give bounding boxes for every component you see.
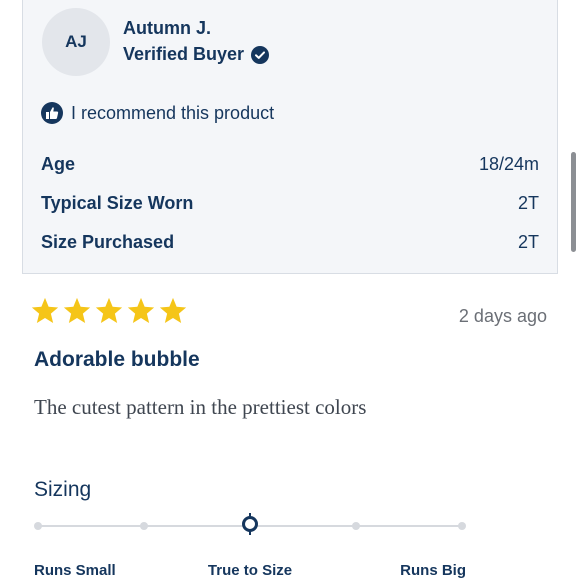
sizing-marker-tick <box>249 531 251 535</box>
recommend-text: I recommend this product <box>71 102 275 123</box>
sizing-tick <box>140 522 148 530</box>
star-icon <box>31 297 59 323</box>
attribute-value: 2T <box>517 232 539 252</box>
verified-buyer-label: Verified Buyer <box>123 44 245 64</box>
attribute-value: 18/24m <box>478 154 539 174</box>
sizing-tick <box>352 522 360 530</box>
attribute-label: Age <box>41 154 76 174</box>
review-title: Adorable bubble <box>34 348 200 371</box>
attribute-label: Size Purchased <box>41 232 175 252</box>
scrollbar[interactable] <box>571 152 576 252</box>
sizing-tick <box>458 522 466 530</box>
sizing-scale <box>34 513 466 536</box>
recommendation: I recommend this product <box>41 102 274 124</box>
star-icon <box>159 297 187 323</box>
reviewer-card: AJ Autumn J. Verified Buyer I recommend … <box>22 0 558 274</box>
attribute-value: 2T <box>517 193 539 213</box>
sizing-tick <box>34 522 42 530</box>
sizing-marker <box>242 516 258 532</box>
review-date: 2 days ago <box>458 306 547 326</box>
star-rating <box>30 296 188 326</box>
attribute-row-size-purchased: Size Purchased 2T <box>41 232 539 253</box>
star-icon <box>95 297 123 323</box>
avatar: AJ <box>42 8 110 76</box>
attribute-row-typical-size: Typical Size Worn 2T <box>41 193 539 214</box>
scale-label-true-to-size: True to Size <box>207 562 293 579</box>
attribute-row-age: Age 18/24m <box>41 154 539 175</box>
attribute-label: Typical Size Worn <box>41 193 194 213</box>
review-body: The cutest pattern in the prettiest colo… <box>34 395 367 419</box>
scale-label-runs-big: Runs Big <box>400 562 466 579</box>
star-icon <box>63 297 91 323</box>
verified-buyer-badge: Verified Buyer <box>123 44 270 65</box>
star-icon <box>127 297 155 323</box>
thumbs-up-icon <box>41 102 63 124</box>
scale-label-runs-small: Runs Small <box>34 562 116 579</box>
sizing-label: Sizing <box>34 478 92 501</box>
verified-check-icon <box>251 45 270 64</box>
reviewer-name: Autumn J. <box>123 18 211 38</box>
sizing-marker-tick <box>249 513 251 517</box>
